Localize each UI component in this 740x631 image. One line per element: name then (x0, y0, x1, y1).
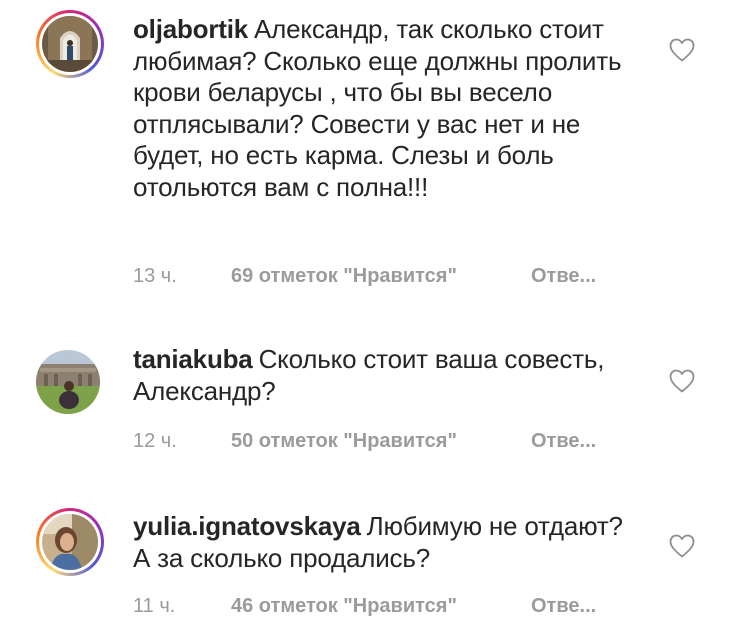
avatar[interactable] (36, 10, 104, 78)
avatar-photo (42, 514, 98, 570)
comment-text-block: taniakuba Сколько стоит ваша совесть, Але… (133, 344, 633, 407)
avatar-photo (36, 350, 100, 414)
comment-likes[interactable]: 69 отметок "Нравится" (231, 265, 457, 288)
reply-button[interactable]: Отве... (531, 430, 596, 453)
avatar-photo (42, 16, 98, 72)
comment-likes[interactable]: 50 отметок "Нравится" (231, 430, 457, 453)
avatar[interactable] (36, 508, 104, 576)
comment-text-block: yulia.ignatovskaya Любимую не отдают? А з… (133, 511, 633, 574)
comment-time: 13 ч. (133, 265, 177, 287)
comment-time: 12 ч. (133, 430, 177, 452)
heart-outline-icon[interactable] (668, 533, 696, 559)
comment-username[interactable]: yulia.ignatovskaya (133, 511, 361, 541)
reply-button[interactable]: Отве... (531, 265, 596, 288)
heart-outline-icon[interactable] (668, 37, 696, 63)
comment-username[interactable]: oljabortik (133, 14, 248, 44)
heart-outline-icon[interactable] (668, 368, 696, 394)
reply-button[interactable]: Отве... (531, 595, 596, 618)
comment-username[interactable]: taniakuba (133, 344, 253, 374)
comment-text-block: oljabortik Александр, так сколько стоит л… (133, 14, 633, 203)
avatar[interactable] (36, 350, 100, 414)
comment-time: 11 ч. (133, 595, 176, 617)
comment-likes[interactable]: 46 отметок "Нравится" (231, 595, 457, 618)
